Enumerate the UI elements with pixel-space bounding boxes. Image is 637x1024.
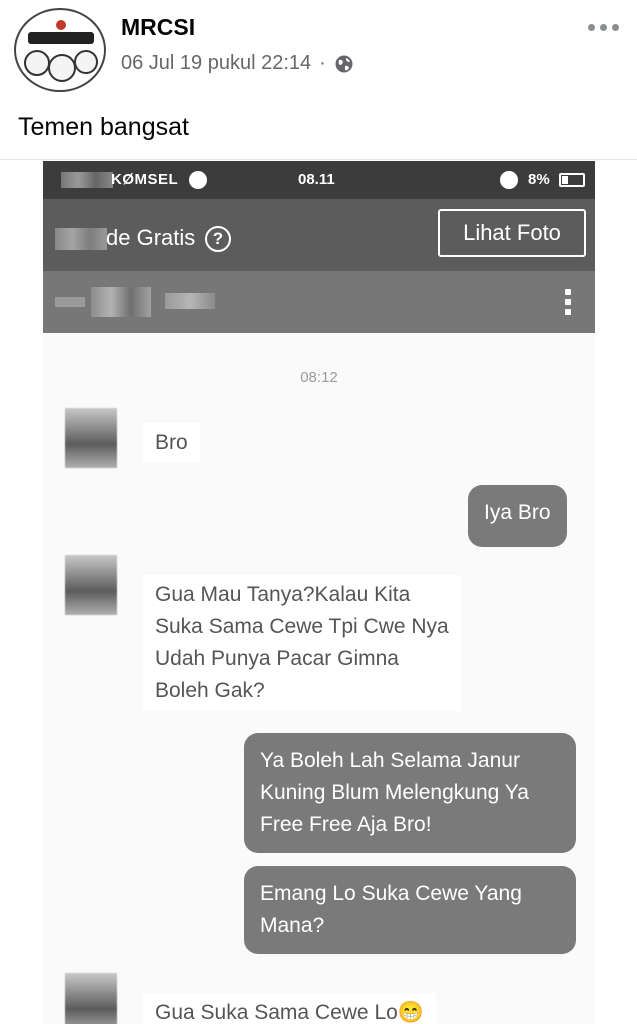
chat-area: 08:12 Bro Iya Bro Gua Mau Tanya?Kalau Ki… (43, 333, 595, 1024)
avatar-dot (56, 20, 66, 30)
battery-icon (559, 173, 585, 187)
title-blur (55, 228, 107, 250)
more-options-icon[interactable] (588, 24, 619, 31)
avatar[interactable] (14, 8, 106, 92)
avatar-band (28, 32, 94, 44)
message-incoming: Gua Suka Sama Cewe Lo😁 (143, 993, 436, 1024)
carrier-name: KØMSEL (111, 171, 179, 188)
globe-icon (335, 55, 353, 72)
avatar-face (48, 54, 76, 82)
message-outgoing: Ya Boleh Lah Selama Janur Kuning Blum Me… (244, 733, 576, 853)
avatar-face (74, 50, 98, 74)
avatar-face (24, 50, 50, 76)
contact-name-blur (165, 293, 215, 309)
message-outgoing: Emang Lo Suka Cewe Yang Mana? (244, 866, 576, 954)
meta-separator: · (319, 52, 326, 74)
chat-screenshot-image[interactable]: KØMSEL 08.11 8% de Gratis ? Lihat Foto 0… (43, 161, 595, 1024)
music-icon (189, 171, 207, 189)
post-text: Temen bangsat (18, 113, 189, 141)
kebab-menu-icon (565, 289, 571, 315)
message-incoming: Bro (143, 423, 200, 463)
post-meta: 06 Jul 19 pukul 22:14 · (121, 52, 354, 75)
chat-timestamp: 08:12 (300, 369, 338, 386)
battery-percent: 8% (528, 171, 550, 188)
app-bar-title: de Gratis (106, 225, 196, 250)
contact-avatar (65, 555, 117, 615)
carrier-blur (61, 172, 113, 188)
contact-bar (43, 271, 595, 333)
post-author[interactable]: MRCSI (121, 14, 195, 41)
message-outgoing: Iya Bro (468, 485, 567, 547)
app-bar: de Gratis ? Lihat Foto (43, 199, 595, 271)
contact-name-blur (55, 297, 85, 307)
message-incoming: Gua Mau Tanya?Kalau Kita Suka Sama Cewe … (143, 575, 461, 711)
post-header: MRCSI 06 Jul 19 pukul 22:14 · Temen bang… (0, 0, 637, 160)
lihat-foto-button: Lihat Foto (438, 209, 586, 257)
alarm-icon (500, 171, 518, 189)
contact-name-blur (91, 287, 151, 317)
help-icon: ? (205, 226, 231, 252)
status-bar: KØMSEL 08.11 8% (43, 161, 595, 199)
contact-avatar (65, 973, 117, 1024)
status-time: 08.11 (298, 171, 335, 188)
post-date[interactable]: 06 Jul 19 pukul 22:14 (121, 52, 311, 75)
contact-avatar (65, 408, 117, 468)
